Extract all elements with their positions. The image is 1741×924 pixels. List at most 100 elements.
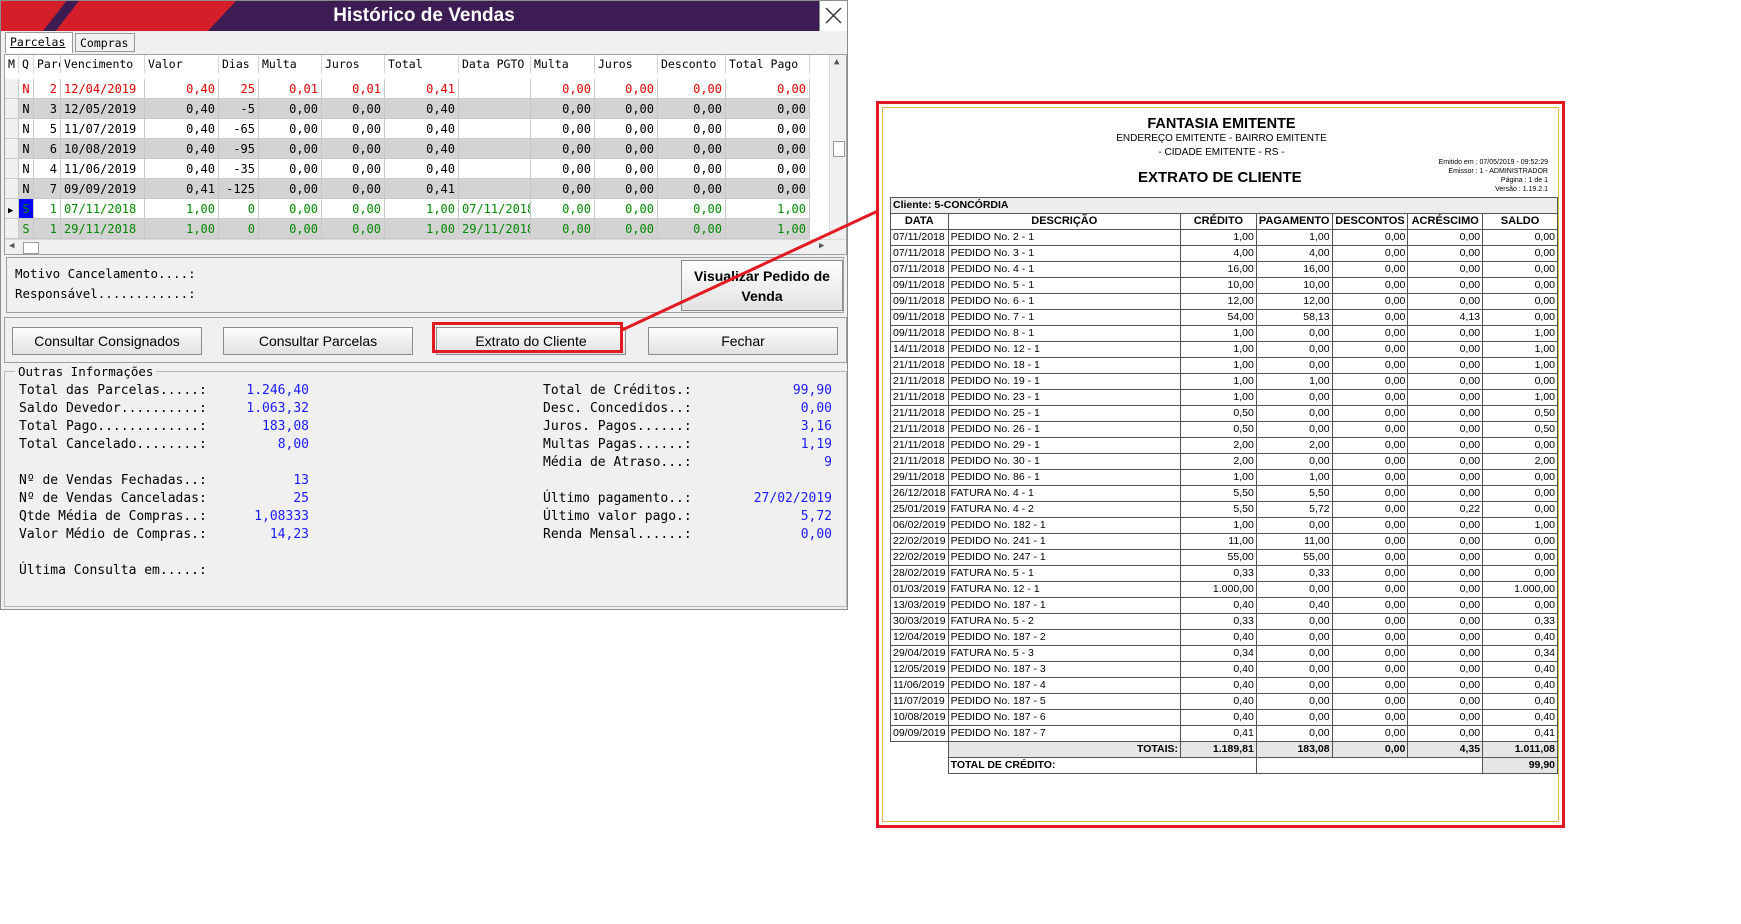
report-cell: 12/05/2019 <box>890 661 949 678</box>
report-cell: 4,00 <box>1180 245 1257 262</box>
report-row: 22/02/2019 PEDIDO No. 247 - 1 55,00 55,00 0,… <box>890 549 1558 566</box>
report-cell: 0,00 <box>1407 453 1484 470</box>
report-row: 09/11/2018 PEDIDO No. 5 - 1 10,00 10,00 0,00… <box>890 277 1558 294</box>
report-cell: 0,00 <box>1407 597 1484 614</box>
report-cell: 5,72 <box>1255 501 1333 518</box>
report-cell: 5,50 <box>1180 501 1257 518</box>
report-cell: 10/08/2019 <box>890 709 949 726</box>
report-cell: 2,00 <box>1180 437 1257 454</box>
report-cell: FATURA No. 4 - 2 <box>947 501 1182 518</box>
report-cell: 0,40 <box>1255 597 1333 614</box>
report-total-credito-row: TOTAL DE CRÉDITO: 99,90 <box>891 757 1558 774</box>
report-cell: 0,00 <box>1331 469 1409 486</box>
report-cell: 0,40 <box>1180 661 1257 678</box>
report-row: 30/03/2019 FATURA No. 5 - 2 0,33 0,00 0,00 0,… <box>890 613 1558 630</box>
report-total-credito-value: 99,90 <box>1482 757 1558 774</box>
report-total-descontos: 0,00 <box>1331 741 1409 758</box>
report-row: 21/11/2018 PEDIDO No. 25 - 1 0,50 0,00 0,00 0… <box>890 405 1558 422</box>
report-cell: 55,00 <box>1255 549 1333 566</box>
report-cell: 12/04/2019 <box>890 629 949 646</box>
report-cell: PEDIDO No. 18 - 1 <box>947 357 1182 374</box>
report-cell: 09/11/2018 <box>890 325 949 342</box>
report-cell: 1,00 <box>1255 469 1333 486</box>
report-cell: 0,00 <box>1331 581 1409 598</box>
report-cell: 0,00 <box>1255 645 1333 662</box>
report-header-cell: SALDO <box>1482 213 1558 230</box>
report-cell: FATURA No. 5 - 2 <box>947 613 1182 630</box>
report-cell: PEDIDO No. 12 - 1 <box>947 341 1182 358</box>
report-total-pagamento: 183,08 <box>1255 741 1333 758</box>
report-cell: 13/03/2019 <box>890 597 949 614</box>
report-cell: 11,00 <box>1180 533 1257 550</box>
report-cell: PEDIDO No. 4 - 1 <box>947 261 1182 278</box>
report-city: - CIDADE EMITENTE - RS - <box>1158 147 1285 158</box>
report-cell: 16,00 <box>1180 261 1257 278</box>
report-cell: 2,00 <box>1255 437 1333 454</box>
report-cell: PEDIDO No. 187 - 3 <box>947 661 1182 678</box>
report-cell: 0,00 <box>1482 277 1558 294</box>
report-cell: 1,00 <box>1482 325 1558 342</box>
report-cell: 0,00 <box>1407 693 1484 710</box>
report-cell: PEDIDO No. 86 - 1 <box>947 469 1182 486</box>
report-cell: 0,00 <box>1407 629 1484 646</box>
report-cell: 0,34 <box>1482 645 1558 662</box>
report-cell: 0,50 <box>1180 421 1257 438</box>
report-cell: 0,00 <box>1331 517 1409 534</box>
report-cell: 01/03/2019 <box>890 581 949 598</box>
report-cell: 0,34 <box>1180 645 1257 662</box>
report-cell: 0,00 <box>1255 453 1333 470</box>
report-cell: 0,00 <box>1482 229 1558 246</box>
report-cell: PEDIDO No. 187 - 5 <box>947 693 1182 710</box>
report-cell: 0,00 <box>1255 693 1333 710</box>
report-cell: 1,00 <box>1482 389 1558 406</box>
report-cell: 0,00 <box>1482 437 1558 454</box>
report-cell: 22/02/2019 <box>890 549 949 566</box>
report-cell: 09/09/2019 <box>890 725 949 742</box>
report-cell: 0,00 <box>1331 341 1409 358</box>
report-title: EXTRATO DE CLIENTE <box>1138 169 1302 186</box>
report-header-cell: ACRÉSCIMO <box>1407 213 1484 230</box>
report-total-acrescimo: 4,35 <box>1407 741 1484 758</box>
report-cell: PEDIDO No. 23 - 1 <box>947 389 1182 406</box>
report-cell: 1,00 <box>1180 341 1257 358</box>
report-row: 10/08/2019 PEDIDO No. 187 - 6 0,40 0,00 0,00… <box>890 709 1558 726</box>
report-cell: 0,00 <box>1331 405 1409 422</box>
report-cell: 0,00 <box>1331 629 1409 646</box>
report-cell: PEDIDO No. 5 - 1 <box>947 277 1182 294</box>
report-cell: 0,00 <box>1482 245 1558 262</box>
report-cell: 09/11/2018 <box>890 277 949 294</box>
report-cell: 29/04/2019 <box>890 645 949 662</box>
report-cell: 0,00 <box>1482 485 1558 502</box>
report-cell: PEDIDO No. 26 - 1 <box>947 421 1182 438</box>
report-cell: 0,33 <box>1482 613 1558 630</box>
report-row: 12/04/2019 PEDIDO No. 187 - 2 0,40 0,00 0,00… <box>890 629 1558 646</box>
report-cell: 0,00 <box>1331 565 1409 582</box>
report-cell: 0,00 <box>1331 693 1409 710</box>
report-cell: 0,00 <box>1331 677 1409 694</box>
report-cell: PEDIDO No. 187 - 6 <box>947 709 1182 726</box>
report-cell: 22/02/2019 <box>890 533 949 550</box>
report-cell: 0,50 <box>1180 405 1257 422</box>
report-cell: 0,00 <box>1407 469 1484 486</box>
report-cell: 1,00 <box>1482 341 1558 358</box>
report-cell: 0,00 <box>1482 549 1558 566</box>
report-cell: 0,00 <box>1255 725 1333 742</box>
report-row: 09/11/2018 PEDIDO No. 8 - 1 1,00 0,00 0,00 0,… <box>890 325 1558 342</box>
report-cell: 0,00 <box>1331 229 1409 246</box>
report-cell: 14/11/2018 <box>890 341 949 358</box>
report-row: 13/03/2019 PEDIDO No. 187 - 1 0,40 0,40 0,00… <box>890 597 1558 614</box>
report-header-row: DATA DESCRIÇÃO CRÉDITO PAGAMENTO DESCONTOS AC… <box>890 213 1558 230</box>
report-row: 09/11/2018 PEDIDO No. 7 - 1 54,00 58,13 0,00… <box>890 309 1558 326</box>
report-cell: 0,00 <box>1255 613 1333 630</box>
report-cell: 1,00 <box>1180 373 1257 390</box>
report-row: 12/05/2019 PEDIDO No. 187 - 3 0,40 0,00 0,00… <box>890 661 1558 678</box>
report-cell: 1,00 <box>1255 229 1333 246</box>
report-cell: 0,00 <box>1407 389 1484 406</box>
report-cell: 07/11/2018 <box>890 245 949 262</box>
report-cell: 0,00 <box>1255 677 1333 694</box>
report-row: 29/11/2018 PEDIDO No. 86 - 1 1,00 1,00 0,00 0… <box>890 469 1558 486</box>
report-cell: 0,33 <box>1255 565 1333 582</box>
report-cell: FATURA No. 4 - 1 <box>947 485 1182 502</box>
report-cell: 25/01/2019 <box>890 501 949 518</box>
report-row: 29/04/2019 FATURA No. 5 - 3 0,34 0,00 0,00 0,… <box>890 645 1558 662</box>
